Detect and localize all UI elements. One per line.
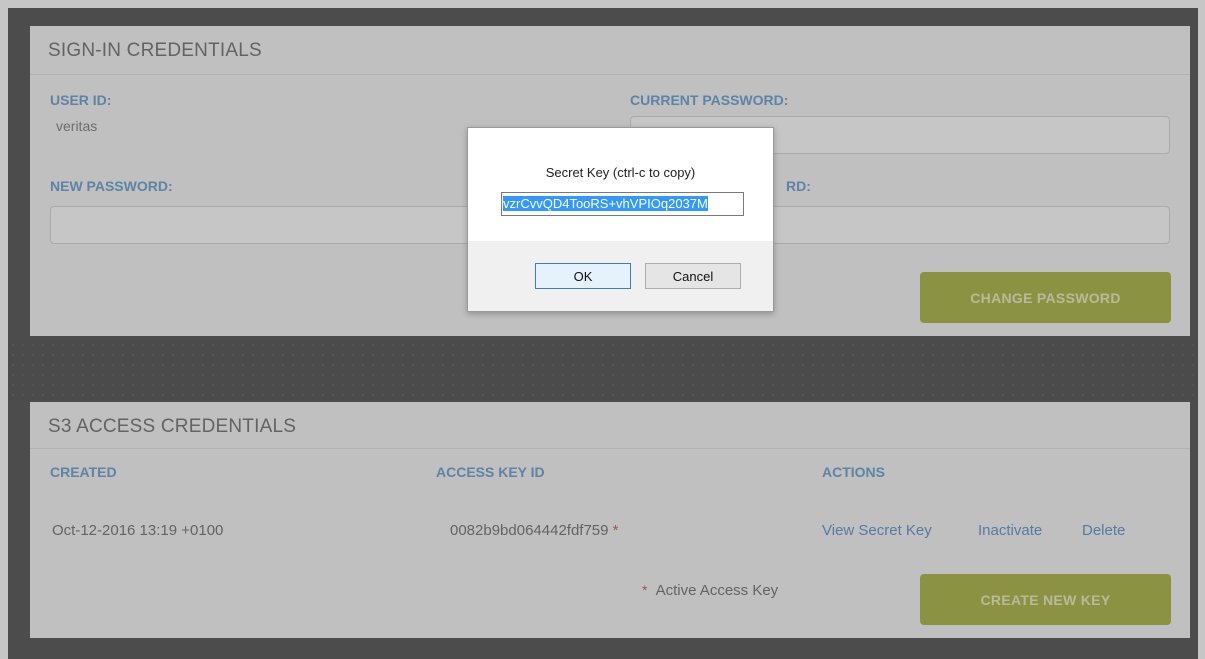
ok-button[interactable]: OK <box>535 263 631 289</box>
modal-overlay <box>0 0 1205 659</box>
secret-key-selected-text: vzrCvvQD4TooRS+vhVPIOq2037M <box>503 196 708 211</box>
page: SIGN-IN CREDENTIALS USER ID: veritas CUR… <box>0 0 1205 659</box>
secret-key-input[interactable]: vzrCvvQD4TooRS+vhVPIOq2037M <box>501 192 744 216</box>
dialog-body: Secret Key (ctrl-c to copy) vzrCvvQD4Too… <box>468 128 773 241</box>
dialog-prompt: Secret Key (ctrl-c to copy) <box>545 165 696 180</box>
secret-key-dialog: Secret Key (ctrl-c to copy) vzrCvvQD4Too… <box>467 127 774 312</box>
cancel-button[interactable]: Cancel <box>645 263 741 289</box>
